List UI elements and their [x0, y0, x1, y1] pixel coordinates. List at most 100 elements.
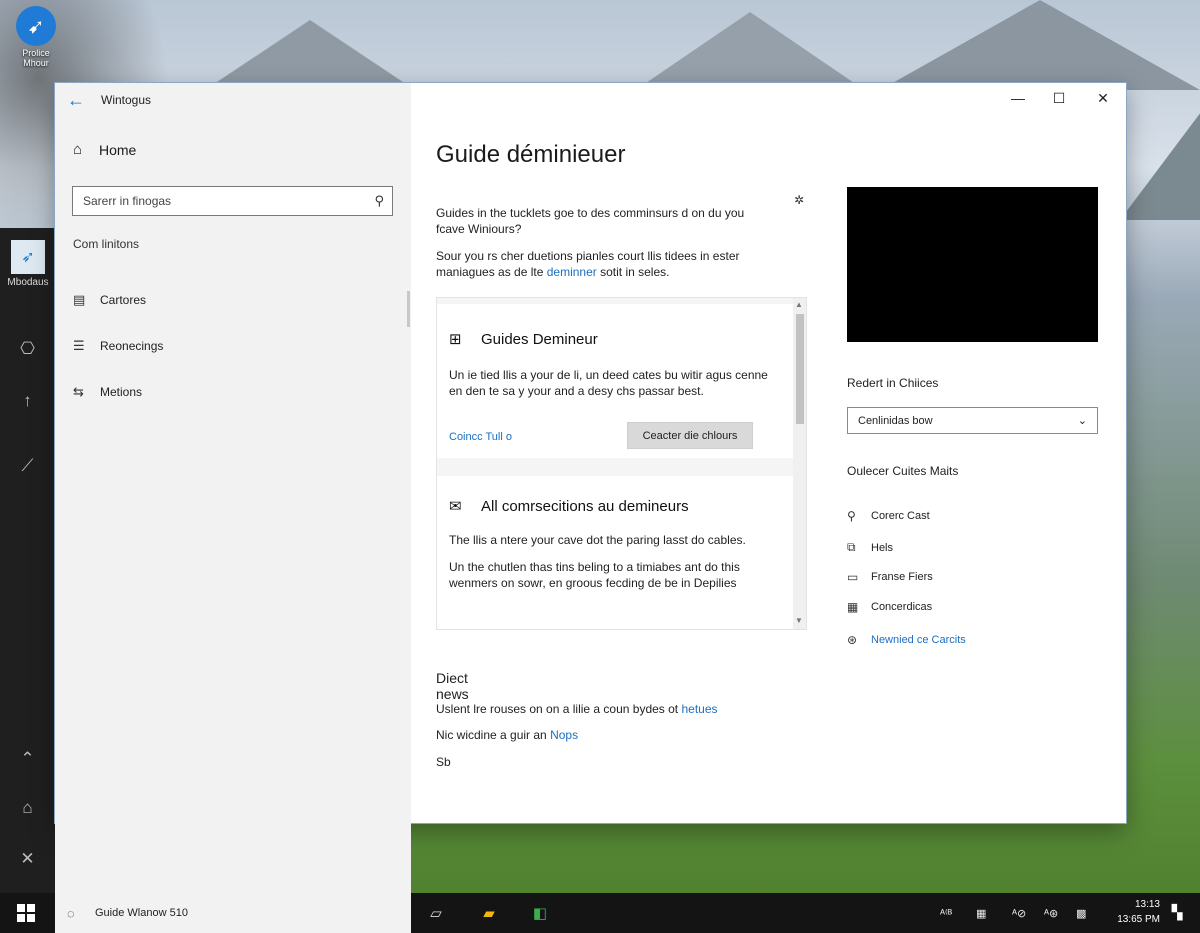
list-icon: ☰ [73, 338, 85, 353]
title-bar: ← Wintogus [67, 89, 151, 111]
start-rail: ➶ Mbodaus ⎔ ↑ ⟋ ⌃ ⌂ ✕ [0, 228, 55, 893]
clock-time: 13:13 [1134, 899, 1160, 910]
favorite-star-icon[interactable]: ✲ [794, 193, 804, 207]
intro-text-2: Sour you rs cher duetions pianles court … [436, 248, 776, 280]
card-guides-demineur: ⊞ Guides Demineur Un ie tied llis a your … [437, 304, 793, 458]
page-title: Guide déminieuer [436, 141, 626, 168]
pin-icon: ⚲ [847, 509, 856, 523]
scroll-thumb[interactable] [796, 314, 804, 424]
tray-item-1[interactable]: ᴬ⁽ᴮ [940, 893, 952, 933]
maximize-button[interactable]: ☐ [1036, 83, 1082, 113]
task-view-icon[interactable]: ▱ [424, 901, 448, 925]
nav-item-label: Metions [100, 385, 143, 399]
store-icon[interactable]: ◧ [528, 901, 552, 925]
search-input[interactable] [83, 194, 375, 208]
window-title: Wintogus [101, 93, 152, 107]
tray-item-2[interactable]: ▦ [976, 893, 986, 933]
nav-scrollbar[interactable] [407, 291, 410, 327]
tray-item-3[interactable]: ᴬ⊘ [1012, 893, 1026, 933]
nav-item-reonecings[interactable]: ☰ Reonecings [73, 338, 163, 354]
settings-window: ← Wintogus ⌂ Home ⚲ Com linitons ▤ Carto… [55, 83, 1126, 893]
news-link-2[interactable]: Nops [550, 728, 578, 742]
rail-settings-icon[interactable]: ⎔ [0, 331, 55, 367]
link-label: Hels [871, 541, 894, 554]
rail-people-icon[interactable]: ⌂ [0, 790, 55, 826]
rail-pen-icon[interactable]: ⟋ [0, 448, 55, 484]
cards-scrollbar[interactable]: ▲ ▼ [793, 298, 806, 629]
news-line-1: Uslent lre rouses on on a lilie a coun b… [436, 702, 718, 716]
video-player[interactable] [847, 187, 1098, 342]
link-label: Corerc Cast [871, 510, 930, 522]
rail-app-label: Mbodaus [7, 277, 49, 288]
share-icon: ⊛ [847, 633, 858, 647]
link-hels[interactable]: ⧉ Hels [847, 540, 893, 555]
bird-app-icon: ➹ [16, 6, 56, 46]
tray-item-5[interactable]: ▩ [1076, 893, 1086, 933]
close-button[interactable]: ✕ [1080, 83, 1126, 113]
rail-up-arrow-icon[interactable]: ↑ [0, 383, 55, 419]
file-explorer-icon[interactable]: ▰ [477, 901, 501, 925]
news-line-2: Nic wicdine a guir an Nops [436, 728, 578, 742]
intro-text-2-b: sotit in seles. [596, 265, 670, 279]
nav-item-cartores[interactable]: ▤ Cartores [73, 292, 146, 308]
cortana-icon: ◌ [67, 905, 75, 921]
desktop-shortcut-label: Prolice Mhour [22, 48, 50, 68]
nav-home[interactable]: ⌂ Home [73, 141, 136, 158]
taskbar: ◌ Guide Wlanow 510 ▱ ▰ ◧ ᴬ⁽ᴮ ▦ ᴬ⊘ ᴬ⊛ ▩ 1… [0, 893, 1200, 933]
scroll-up-icon[interactable]: ▲ [795, 300, 803, 309]
desktop-shortcut[interactable]: ➹ Prolice Mhour [10, 6, 62, 68]
settings-nav-pane: ← Wintogus ⌂ Home ⚲ Com linitons ▤ Carto… [55, 83, 411, 893]
news-line-3: Sb [436, 755, 451, 769]
card1-title-text: Guides Demineur [481, 330, 598, 348]
windows-logo-icon [17, 904, 35, 922]
link-concerdicas[interactable]: ▦ Concerdicas [847, 600, 932, 614]
card-title: ⊞ Guides Demineur [449, 330, 598, 349]
card2-title-text: All comrsecitions au demineurs [481, 497, 689, 515]
rail-chevron-up-icon[interactable]: ⌃ [0, 741, 55, 777]
card-body-1: The llis a ntere your cave dot the parin… [449, 533, 746, 547]
taskbar-search[interactable]: ◌ Guide Wlanow 510 [55, 893, 411, 933]
windows-logo-icon: ⊞ [449, 331, 462, 348]
news-line-2-text: Nic wicdine a guir an [436, 728, 551, 742]
rail-app-tile[interactable]: ➶ Mbodaus [6, 240, 50, 288]
notification-icon[interactable]: ▚ [1168, 903, 1186, 921]
search-icon[interactable]: ⚲ [374, 193, 384, 209]
scroll-down-icon[interactable]: ▼ [795, 616, 803, 625]
card-action-button[interactable]: Ceacter die chlours [627, 422, 753, 449]
copy-icon: ⧉ [847, 540, 856, 554]
app-tile-icon: ➶ [11, 240, 45, 274]
dropdown-value: Cenlinidas bow [858, 414, 933, 427]
card-all-corrections: ✉ All comrsecitions au demineurs The llis… [437, 476, 793, 629]
mail-icon: ✉ [449, 498, 462, 515]
link-newnied-carcits[interactable]: ⊛ Newnied ce Carcits [847, 633, 966, 647]
link-label: Franse Fiers [871, 571, 933, 583]
card-title: ✉ All comrsecitions au demineurs [449, 497, 689, 516]
card-link[interactable]: Coincc Tull o [449, 431, 512, 443]
settings-search[interactable]: ⚲ [72, 186, 393, 216]
card-body-2: Un the chutlen thas tins beling to a tim… [449, 560, 740, 590]
link-label: Concerdicas [871, 601, 933, 613]
news-link-1[interactable]: hetues [681, 702, 717, 716]
link-label: Newnied ce Carcits [871, 634, 966, 646]
intro-text-1: Guides in the tucklets goe to des commin… [436, 206, 745, 236]
rail-close-icon[interactable]: ✕ [0, 841, 55, 877]
start-button[interactable] [0, 893, 52, 933]
minimize-button[interactable]: — [995, 83, 1041, 113]
guides-label: Oulecer Cuites Maits [847, 464, 959, 478]
tray-item-4[interactable]: ᴬ⊛ [1044, 893, 1058, 933]
clock-date: 13:65 PM [1117, 914, 1160, 925]
nav-section-label: Com linitons [73, 237, 140, 251]
chat-icon: ▭ [847, 570, 859, 584]
sliders-icon: ⇆ [73, 384, 84, 399]
intro-link[interactable]: deminner [547, 265, 597, 279]
chevron-down-icon: ⌄ [1077, 415, 1087, 427]
clock[interactable]: 13:13 13:65 PM [1106, 897, 1160, 927]
grid-icon: ▦ [847, 600, 859, 614]
link-franse-fiers[interactable]: ▭ Franse Fiers [847, 570, 933, 584]
back-arrow-icon[interactable]: ← [67, 90, 93, 111]
link-corerc-cast[interactable]: ⚲ Corerc Cast [847, 509, 930, 523]
document-icon: ▤ [73, 292, 86, 307]
nav-home-label: Home [99, 141, 137, 158]
recent-dropdown[interactable]: Cenlinidas bow ⌄ [847, 407, 1098, 434]
nav-item-metions[interactable]: ⇆ Metions [73, 384, 142, 400]
